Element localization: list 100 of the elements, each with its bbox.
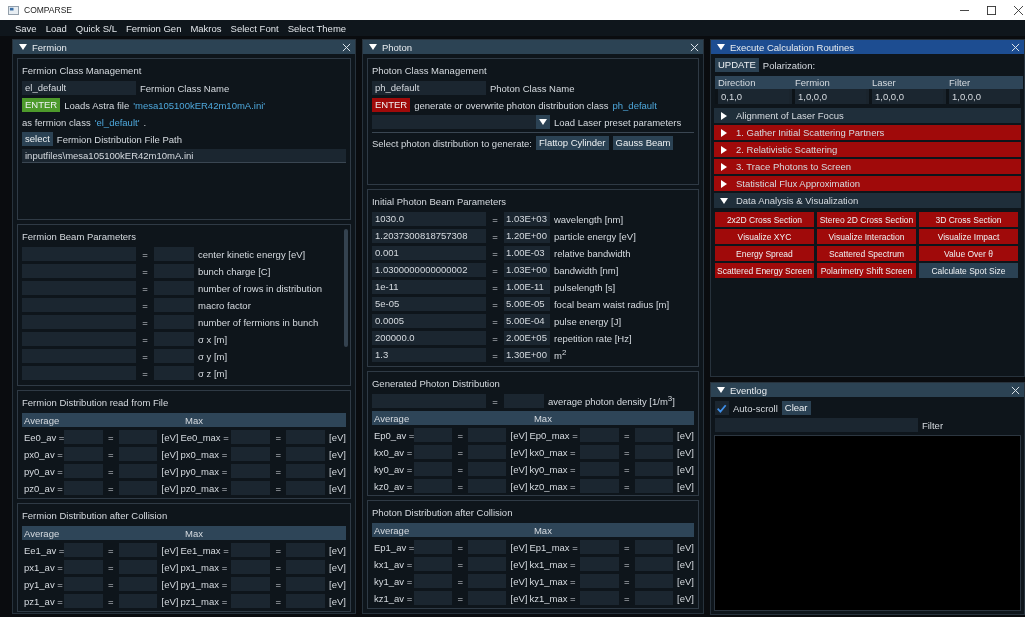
parameter-label: wavelength [nm] <box>553 213 624 225</box>
result-field[interactable]: 5.00E-04 <box>503 314 550 328</box>
equals-sign: = <box>141 265 149 277</box>
scrollbar[interactable] <box>343 229 348 347</box>
equals-sign: = <box>106 482 115 494</box>
equals-sign: = <box>622 575 631 587</box>
preset-dropdown[interactable] <box>371 115 550 129</box>
analysis-button[interactable]: Stereo 2D Cross Section <box>816 212 916 227</box>
variable-label: py0_max = <box>180 465 229 477</box>
unit-label: [eV] <box>160 465 179 477</box>
collapse-arrow-icon[interactable] <box>19 43 27 51</box>
collapse-arrow-icon[interactable] <box>716 386 725 394</box>
equals-sign: = <box>622 429 631 441</box>
menu-item[interactable]: Makros <box>190 22 222 34</box>
variable-label: px0_av = <box>24 448 62 460</box>
parameter-label: σ x [m] <box>198 333 228 345</box>
menu-item[interactable]: Save <box>15 22 37 34</box>
analysis-button[interactable]: Scattered Energy Screen <box>714 263 814 278</box>
value-field[interactable]: 200000.0 <box>371 331 486 345</box>
value-field[interactable]: 1030.0 <box>371 212 486 226</box>
menu-item[interactable]: Quick S/L <box>75 22 117 34</box>
value-field[interactable]: 1e-11 <box>371 280 486 294</box>
collapsible-section-header[interactable]: Statistical Flux Approximation <box>713 176 1021 191</box>
distribution-button[interactable]: Gauss Beam <box>612 136 674 150</box>
value-field[interactable]: 1.0300000000000002 <box>371 263 486 277</box>
collapsible-section-header[interactable]: Alignment of Laser Focus <box>713 108 1021 123</box>
field-label: Photon Class Name <box>489 82 575 94</box>
equals-sign: = <box>274 448 282 460</box>
collapse-arrow-icon[interactable] <box>716 43 725 51</box>
result-field[interactable]: 1.00E-03 <box>503 246 550 260</box>
unit-label: [eV] <box>676 541 694 553</box>
menu-item[interactable]: Fermion Gen <box>126 22 182 34</box>
variable-label: Ee0_max = <box>180 431 230 443</box>
unit-label: [eV] <box>676 575 694 587</box>
analysis-button[interactable]: Polarimetry Shift Screen <box>816 263 916 278</box>
menu-item[interactable]: Load <box>45 22 67 34</box>
result-field[interactable]: 1.00E-11 <box>503 280 550 294</box>
analysis-button[interactable]: Visualize XYC <box>714 229 814 244</box>
analysis-button[interactable]: Scattered Spectrum <box>816 246 916 261</box>
field-label: Polarization: <box>762 59 816 71</box>
column-header: Average <box>373 412 411 424</box>
unit-label: [eV] <box>328 561 346 573</box>
clear-button[interactable]: Clear <box>781 401 811 415</box>
select-button[interactable]: select <box>22 132 53 146</box>
field-label: Fermion Distribution File Path <box>56 133 182 145</box>
equals-sign: = <box>141 282 149 294</box>
unit-label: [eV] <box>328 431 346 443</box>
unit-label: [eV] <box>328 544 346 556</box>
result-field[interactable]: 1.30E+00 <box>503 348 550 362</box>
value-field[interactable]: 1.2037300818757308 <box>371 229 486 243</box>
close-icon[interactable] <box>1014 5 1023 15</box>
result-field[interactable]: 1.03E+03 <box>503 212 550 226</box>
app-icon <box>8 5 19 15</box>
parameter-label: average photon density [1/m$^{3}$] <box>547 394 675 408</box>
maximize-icon[interactable] <box>987 5 996 15</box>
analysis-button[interactable]: Energy Spread <box>714 246 814 261</box>
variable-label: kz1_av = <box>373 592 412 604</box>
analysis-button[interactable]: Visualize Interaction <box>816 229 916 244</box>
equals-sign: = <box>456 592 464 604</box>
section-title: 3. Trace Photons to Screen <box>735 161 852 172</box>
value-field[interactable]: 1.3 <box>371 348 486 362</box>
parameter-label: relative bandwidth <box>553 247 631 259</box>
update-button[interactable]: UPDATE <box>714 58 759 72</box>
unit-label: [eV] <box>509 541 528 553</box>
analysis-button[interactable]: Calculate Spot Size <box>919 263 1018 278</box>
file-name: 'mesa105100kER42m10mA.ini' <box>133 99 266 111</box>
collapsible-section-header[interactable]: 3. Trace Photons to Screen <box>713 159 1021 174</box>
enter-button[interactable]: ENTER <box>371 98 411 112</box>
collapsible-section-header[interactable]: 2. Relativistic Scattering <box>713 142 1021 157</box>
equals-sign: = <box>274 595 282 607</box>
unit-label: [eV] <box>509 446 528 458</box>
parameter-label: center kinetic energy [eV] <box>198 248 306 260</box>
analysis-button[interactable]: Value Over θ <box>919 246 1018 261</box>
analysis-button[interactable]: 2x2D Cross Section <box>714 212 814 227</box>
variable-label: px1_av = <box>24 561 62 573</box>
collapse-arrow-icon[interactable] <box>368 43 377 51</box>
result-field[interactable]: 1.03E+00 <box>503 263 550 277</box>
menu-item[interactable]: Select Font <box>230 22 279 34</box>
checkbox[interactable] <box>714 401 729 415</box>
class-name-field[interactable]: el_default <box>22 81 136 95</box>
value-field[interactable]: 5e-05 <box>371 297 486 311</box>
collapsible-section-header[interactable]: 1. Gather Initial Scattering Partners <box>713 125 1021 140</box>
class-name-field[interactable]: ph_default <box>371 81 486 95</box>
app-title: COMPARSE <box>24 5 73 15</box>
menu-item[interactable]: Select Theme <box>287 22 347 34</box>
result-field[interactable]: 2.00E+05 <box>503 331 550 345</box>
value-field[interactable]: 0.001 <box>371 246 486 260</box>
result-field[interactable]: 5.00E-05 <box>503 297 550 311</box>
file-path-field[interactable]: inputfiles\mesa105100kER42m10mA.ini <box>22 149 346 163</box>
result-field[interactable]: 1.20E+00 <box>503 229 550 243</box>
parameter-label: focal beam waist radius [m] <box>553 298 670 310</box>
variable-label: kx1_max = <box>529 558 577 570</box>
unit-label: [eV] <box>160 595 179 607</box>
unit-label: [eV] <box>676 429 694 441</box>
collapsible-section-header[interactable]: Data Analysis & Visualization <box>713 193 1021 208</box>
analysis-button[interactable]: Visualize Impact <box>919 229 1018 244</box>
value-field[interactable]: 0.0005 <box>371 314 486 328</box>
window-title: Execute Calculation Routines <box>729 41 855 53</box>
analysis-button[interactable]: 3D Cross Section <box>919 212 1018 227</box>
distribution-button[interactable]: Flattop Cylinder <box>536 136 609 150</box>
